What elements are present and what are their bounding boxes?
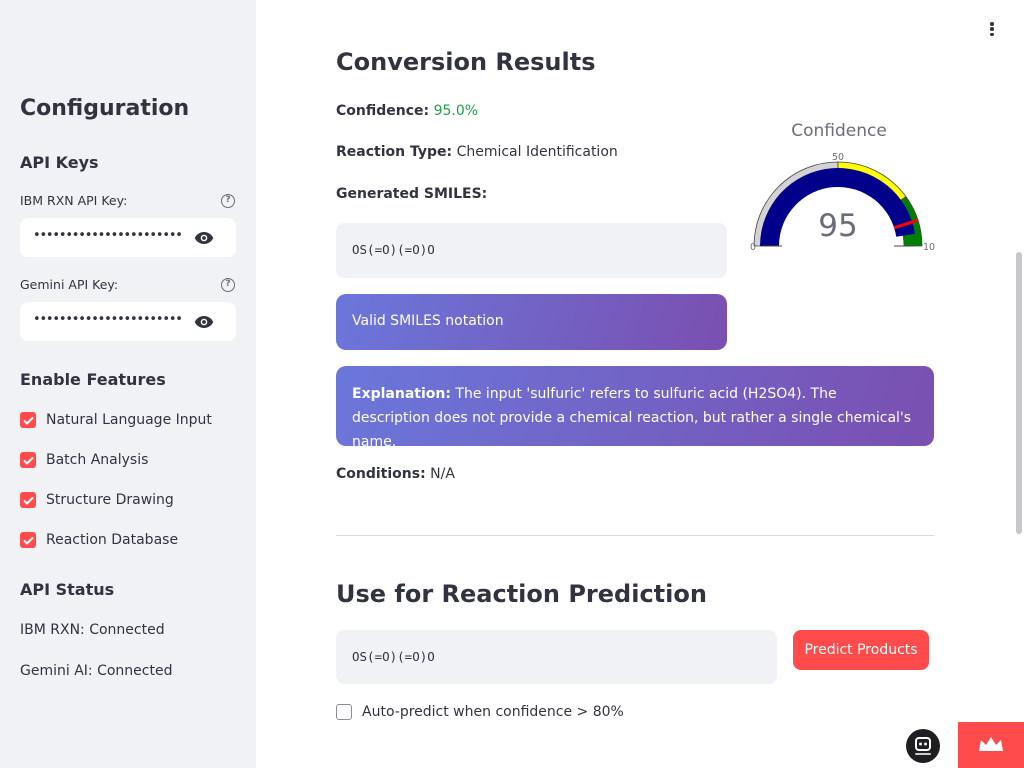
reaction-type-label: Reaction Type: (336, 144, 453, 160)
feature-label: Batch Analysis (46, 452, 149, 468)
feature-reaction-database[interactable]: Reaction Database (20, 530, 178, 550)
section-divider (336, 535, 934, 536)
gauge-mid-label: 50 (832, 152, 844, 163)
smiles-code: OS(=O)(=O)O (352, 242, 435, 257)
confidence-line: Confidence: 95.0% (336, 103, 478, 119)
api-status-heading: API Status (20, 580, 115, 599)
prediction-title: Use for Reaction Prediction (336, 580, 707, 608)
features-heading: Enable Features (20, 370, 166, 389)
results-title: Conversion Results (336, 48, 596, 76)
feature-natural-language[interactable]: Natural Language Input (20, 410, 212, 430)
smiles-prediction-value: OS(=O)(=O)O (352, 649, 435, 664)
reaction-type-line: Reaction Type: Chemical Identification (336, 144, 618, 160)
show-password-icon[interactable] (194, 231, 214, 245)
show-password-icon[interactable] (194, 315, 214, 329)
gauge-max-label: 10 (923, 242, 935, 253)
api-keys-heading: API Keys (20, 153, 99, 172)
gemini-key-label: Gemini API Key: (20, 277, 119, 292)
gemini-status: Gemini AI: Connected (20, 663, 173, 679)
explanation-label: Explanation: (352, 386, 451, 402)
conditions-label: Conditions: (336, 466, 426, 482)
predict-products-button[interactable]: Predict Products (793, 630, 929, 670)
auto-predict-checkbox-row[interactable]: Auto-predict when confidence > 80% (336, 702, 624, 722)
feature-label: Reaction Database (46, 532, 179, 548)
confidence-value: 95.0% (433, 103, 479, 119)
smiles-prediction-input[interactable]: OS(=O)(=O)O (336, 630, 777, 684)
gauge-value: 95 (818, 208, 857, 244)
gauge-min-label: 0 (750, 242, 756, 253)
conditions-line: Conditions: N/A (336, 466, 455, 482)
explanation-banner: Explanation: The input 'sulfuric' refers… (336, 366, 934, 450)
feature-batch-analysis[interactable]: Batch Analysis (20, 450, 148, 470)
gemini-key-value: •••••••••••••••••••••••••••••••• (33, 312, 181, 327)
ibm-key-value: •••••••••••••••••••••••••••••••• (33, 228, 181, 243)
confidence-gauge: Confidence 95 0 50 10 (750, 121, 935, 253)
assistant-bot-icon[interactable] (906, 729, 940, 763)
feature-label: Natural Language Input (46, 412, 212, 428)
crown-icon (979, 737, 1003, 751)
feature-structure-drawing[interactable]: Structure Drawing (20, 490, 174, 510)
gemini-key-help-icon[interactable]: ? (221, 278, 235, 292)
main-menu-icon[interactable] (986, 22, 998, 40)
checkbox-checked-icon[interactable] (20, 412, 36, 428)
streamlit-badge-button[interactable] (958, 722, 1024, 768)
checkbox-checked-icon[interactable] (20, 452, 36, 468)
reaction-type-value: Chemical Identification (456, 144, 618, 160)
auto-predict-checkbox[interactable] (336, 704, 352, 720)
ibm-key-input[interactable]: •••••••••••••••••••••••••••••••• (20, 218, 236, 257)
smiles-code-block[interactable]: OS(=O)(=O)O (336, 223, 727, 278)
gauge-title: Confidence (791, 121, 887, 141)
sidebar-title: Configuration (20, 96, 190, 121)
conditions-value: N/A (430, 466, 455, 482)
gemini-key-input[interactable]: •••••••••••••••••••••••••••••••• (20, 302, 236, 341)
auto-predict-label: Auto-predict when confidence > 80% (362, 704, 624, 720)
smiles-line: Generated SMILES: (336, 186, 487, 202)
valid-smiles-banner: Valid SMILES notation (336, 294, 727, 350)
ibm-status: IBM RXN: Connected (20, 622, 165, 638)
ibm-key-label: IBM RXN API Key: (20, 193, 128, 208)
ibm-key-help-icon[interactable]: ? (221, 194, 235, 208)
feature-label: Structure Drawing (46, 492, 174, 508)
checkbox-checked-icon[interactable] (20, 492, 36, 508)
confidence-label: Confidence: (336, 103, 430, 119)
main-scrollbar[interactable] (1016, 252, 1022, 534)
valid-smiles-text: Valid SMILES notation (352, 313, 504, 329)
smiles-label: Generated SMILES: (336, 186, 488, 202)
sidebar: Configuration API Keys IBM RXN API Key: … (0, 0, 256, 768)
checkbox-checked-icon[interactable] (20, 532, 36, 548)
